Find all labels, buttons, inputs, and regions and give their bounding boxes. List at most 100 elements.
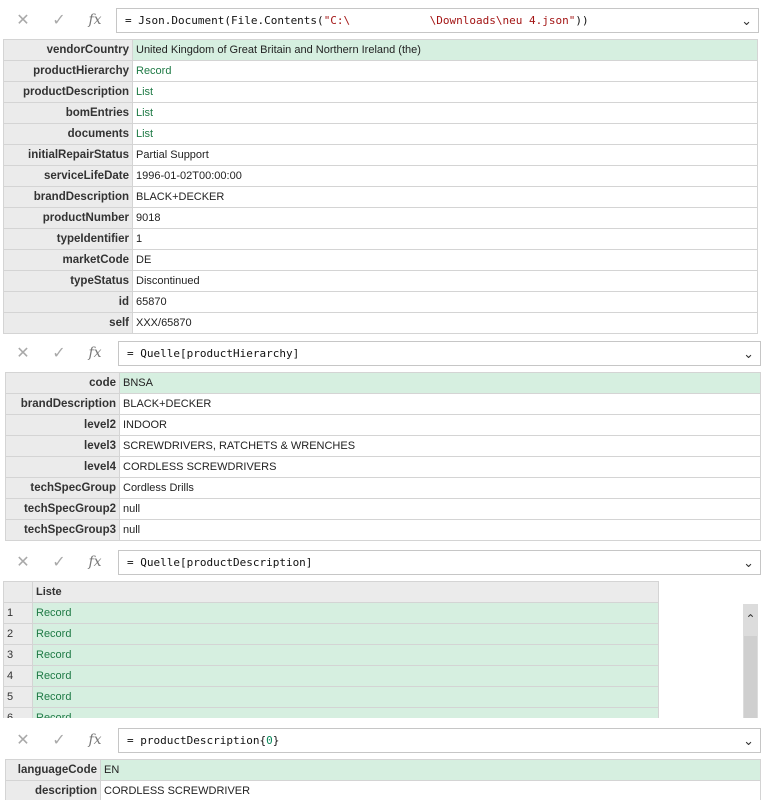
formula-bar-icons: ✕ ✓ fx xyxy=(5,726,113,755)
record-value: 1 xyxy=(132,228,758,250)
list-value-link[interactable]: Record xyxy=(32,623,659,645)
formula-bar-1: ✕ ✓ fx = Json.Document(File.Contents("C:… xyxy=(0,6,761,35)
list-item[interactable]: 4 Record xyxy=(3,665,659,687)
record-row[interactable]: brandDescription BLACK+DECKER xyxy=(3,186,758,208)
record-key: documents xyxy=(3,123,133,145)
record-row[interactable]: techSpecGroup Cordless Drills xyxy=(5,477,761,499)
chevron-down-icon[interactable]: ⌄ xyxy=(741,9,752,32)
formula-input[interactable]: = Json.Document(File.Contents("C:\ \Down… xyxy=(116,8,759,33)
record-row[interactable]: initialRepairStatus Partial Support xyxy=(3,144,758,166)
record-key: techSpecGroup2 xyxy=(5,498,120,520)
record-value-link[interactable]: Record xyxy=(132,60,758,82)
record-key: id xyxy=(3,291,133,313)
record-value: Partial Support xyxy=(132,144,758,166)
record-row[interactable]: level2 INDOOR xyxy=(5,414,761,436)
record-value: null xyxy=(119,519,761,541)
record-row[interactable]: code BNSA xyxy=(5,372,761,394)
record-row[interactable]: techSpecGroup3 null xyxy=(5,519,761,541)
list-item[interactable]: 3 Record xyxy=(3,644,659,666)
close-icon[interactable]: ✕ xyxy=(5,726,41,755)
formula-input[interactable]: = productDescription{0} ⌄ xyxy=(118,728,761,753)
record-key: brandDescription xyxy=(3,186,133,208)
formula-input[interactable]: = Quelle[productDescription] ⌄ xyxy=(118,550,761,575)
row-number-header xyxy=(3,581,33,603)
record-row[interactable]: id 65870 xyxy=(3,291,758,313)
fx-icon[interactable]: fx xyxy=(77,726,113,755)
record-row[interactable]: productNumber 9018 xyxy=(3,207,758,229)
record-row[interactable]: brandDescription BLACK+DECKER xyxy=(5,393,761,415)
record-key: marketCode xyxy=(3,249,133,271)
check-icon[interactable]: ✓ xyxy=(41,726,77,755)
record-table-2: code BNSA brandDescription BLACK+DECKER leve… xyxy=(5,372,761,541)
formula-text: = Json.Document(File.Contents("C:\ \Down… xyxy=(125,14,589,27)
scroll-thumb[interactable] xyxy=(744,636,757,718)
check-icon[interactable]: ✓ xyxy=(41,339,77,368)
record-value: 1996-01-02T00:00:00 xyxy=(132,165,758,187)
list-item[interactable]: 5 Record xyxy=(3,686,659,708)
record-row[interactable]: typeIdentifier 1 xyxy=(3,228,758,250)
record-row[interactable]: bomEntries List xyxy=(3,102,758,124)
record-value: CORDLESS SCREWDRIVER xyxy=(100,780,761,800)
record-row[interactable]: level4 CORDLESS SCREWDRIVERS xyxy=(5,456,761,478)
formula-text: = productDescription{0} xyxy=(127,734,280,747)
list-value-link[interactable]: Record xyxy=(32,644,659,666)
formula-bar-icons: ✕ ✓ fx xyxy=(5,339,113,368)
chevron-up-icon[interactable]: ⌃ xyxy=(743,612,758,626)
close-icon[interactable]: ✕ xyxy=(5,548,41,577)
list-value-link[interactable]: Record xyxy=(32,707,659,718)
record-value: SCREWDRIVERS, RATCHETS & WRENCHES xyxy=(119,435,761,457)
record-row[interactable]: languageCode EN xyxy=(5,759,761,781)
chevron-down-icon[interactable]: ⌄ xyxy=(743,342,754,365)
record-row[interactable]: serviceLifeDate 1996-01-02T00:00:00 xyxy=(3,165,758,187)
record-key: productNumber xyxy=(3,207,133,229)
record-row[interactable]: description CORDLESS SCREWDRIVER xyxy=(5,780,761,800)
list-item[interactable]: 1 Record xyxy=(3,602,659,624)
record-value-link[interactable]: List xyxy=(132,123,758,145)
record-row[interactable]: documents List xyxy=(3,123,758,145)
record-key: serviceLifeDate xyxy=(3,165,133,187)
formula-bar-4: ✕ ✓ fx = productDescription{0} ⌄ xyxy=(0,726,761,755)
record-key: self xyxy=(3,312,133,334)
record-value-link[interactable]: List xyxy=(132,102,758,124)
record-row[interactable]: level3 SCREWDRIVERS, RATCHETS & WRENCHES xyxy=(5,435,761,457)
list-value-link[interactable]: Record xyxy=(32,665,659,687)
record-key: bomEntries xyxy=(3,102,133,124)
list-value-link[interactable]: Record xyxy=(32,686,659,708)
fx-icon[interactable]: fx xyxy=(77,548,113,577)
column-header-liste[interactable]: Liste xyxy=(32,581,659,603)
chevron-down-icon[interactable]: ⌄ xyxy=(743,551,754,574)
fx-icon[interactable]: fx xyxy=(77,339,113,368)
list-item[interactable]: 2 Record xyxy=(3,623,659,645)
row-number: 5 xyxy=(3,686,33,708)
record-key: typeStatus xyxy=(3,270,133,292)
close-icon[interactable]: ✕ xyxy=(5,6,41,35)
list-scrollbar[interactable]: ⌃ xyxy=(743,604,758,718)
list-value-link[interactable]: Record xyxy=(32,602,659,624)
record-row[interactable]: productDescription List xyxy=(3,81,758,103)
record-key: typeIdentifier xyxy=(3,228,133,250)
record-value-link[interactable]: List xyxy=(132,81,758,103)
record-row[interactable]: typeStatus Discontinued xyxy=(3,270,758,292)
record-row[interactable]: productHierarchy Record xyxy=(3,60,758,82)
row-number: 4 xyxy=(3,665,33,687)
record-key: vendorCountry xyxy=(3,39,133,61)
list-table: Liste 1 Record 2 Record 3 Record 4 Record 5 Recor… xyxy=(3,581,659,718)
record-row[interactable]: techSpecGroup2 null xyxy=(5,498,761,520)
list-item[interactable]: 6 Record xyxy=(3,707,659,718)
row-number: 6 xyxy=(3,707,33,718)
check-icon[interactable]: ✓ xyxy=(41,6,77,35)
record-key: productHierarchy xyxy=(3,60,133,82)
record-key: code xyxy=(5,372,120,394)
record-row[interactable]: vendorCountry United Kingdom of Great Bri… xyxy=(3,39,758,61)
record-row[interactable]: marketCode DE xyxy=(3,249,758,271)
record-value: CORDLESS SCREWDRIVERS xyxy=(119,456,761,478)
formula-input[interactable]: = Quelle[productHierarchy] ⌄ xyxy=(118,341,761,366)
fx-icon[interactable]: fx xyxy=(77,6,113,35)
close-icon[interactable]: ✕ xyxy=(5,339,41,368)
record-value: 9018 xyxy=(132,207,758,229)
record-row[interactable]: self XXX/65870 xyxy=(3,312,758,334)
formula-bar-icons: ✕ ✓ fx xyxy=(5,548,113,577)
check-icon[interactable]: ✓ xyxy=(41,548,77,577)
record-key: techSpecGroup xyxy=(5,477,120,499)
chevron-down-icon[interactable]: ⌄ xyxy=(743,729,754,752)
